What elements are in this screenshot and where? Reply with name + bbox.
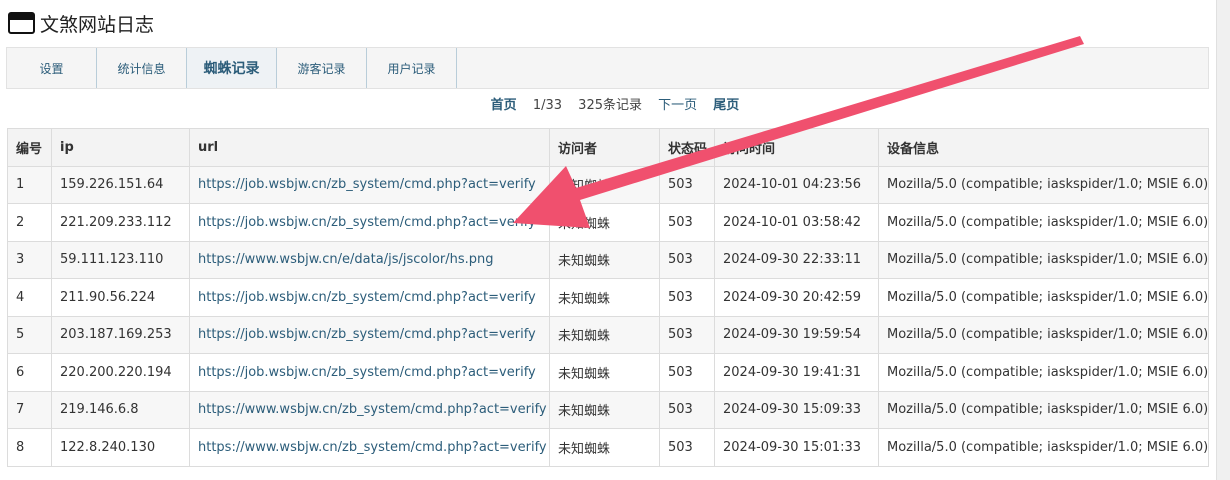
nav-tab-2[interactable]: 蜘蛛记录 — [187, 48, 277, 88]
column-header: 编号 — [7, 128, 52, 167]
table-cell: 211.90.56.224 — [51, 278, 190, 317]
table-cell: 8 — [7, 428, 52, 467]
table-cell: 未知蜘蛛 — [549, 390, 660, 429]
table-cell: 未知蜘蛛 — [549, 165, 660, 204]
pager-record-count: 325条记录 — [578, 98, 642, 113]
table-cell: 59.111.123.110 — [51, 240, 190, 279]
table-cell: 4 — [7, 278, 52, 317]
table-cell: 7 — [7, 390, 52, 429]
url-link[interactable]: https://www.wsbjw.cn/zb_system/cmd.php?a… — [189, 390, 550, 429]
column-header: 状态码 — [659, 128, 715, 167]
table-cell: 221.209.233.112 — [51, 203, 190, 242]
table-cell: 5 — [7, 315, 52, 354]
table-cell: 2024-09-30 15:09:33 — [714, 390, 879, 429]
table-cell: 2024-09-30 19:59:54 — [714, 315, 879, 354]
table-cell: 503 — [659, 390, 715, 429]
table-cell: 122.8.240.130 — [51, 428, 190, 467]
table-cell: 503 — [659, 165, 715, 204]
url-link[interactable]: https://job.wsbjw.cn/zb_system/cmd.php?a… — [189, 165, 550, 204]
pager-first-link[interactable]: 首页 — [491, 94, 517, 113]
url-link[interactable]: https://www.wsbjw.cn/zb_system/cmd.php?a… — [189, 428, 550, 467]
table-cell: 203.187.169.253 — [51, 315, 190, 354]
table-cell: 未知蜘蛛 — [549, 240, 660, 279]
column-header: 访问者 — [549, 128, 660, 167]
pager-last-link[interactable]: 尾页 — [713, 94, 739, 113]
nav-tab-1[interactable]: 统计信息 — [97, 48, 187, 88]
table-cell: Mozilla/5.0 (compatible; iaskspider/1.0;… — [878, 428, 1209, 467]
pager-page-indicator: 1/33 — [532, 98, 563, 113]
table-cell: 2024-10-01 04:23:56 — [714, 165, 879, 204]
table-cell: 2024-09-30 19:41:31 — [714, 353, 879, 392]
table-cell: 503 — [659, 278, 715, 317]
nav-tab-3[interactable]: 游客记录 — [277, 48, 367, 88]
url-link[interactable]: https://job.wsbjw.cn/zb_system/cmd.php?a… — [189, 315, 550, 354]
table-cell: Mozilla/5.0 (compatible; iaskspider/1.0;… — [878, 390, 1209, 429]
table-cell: 503 — [659, 203, 715, 242]
table-cell: 未知蜘蛛 — [549, 315, 660, 354]
table-cell: Mozilla/5.0 (compatible; iaskspider/1.0;… — [878, 165, 1209, 204]
table-row: 8 122.8.240.130 https://www.wsbjw.cn/zb_sy… — [7, 428, 1209, 467]
table-cell: 2024-10-01 03:58:42 — [714, 203, 879, 242]
table-cell: Mozilla/5.0 (compatible; iaskspider/1.0;… — [878, 315, 1209, 354]
url-link[interactable]: https://job.wsbjw.cn/zb_system/cmd.php?a… — [189, 353, 550, 392]
table-cell: 未知蜘蛛 — [549, 278, 660, 317]
table-cell: Mozilla/5.0 (compatible; iaskspider/1.0;… — [878, 240, 1209, 279]
column-header: 访问时间 — [714, 128, 879, 167]
table-cell: 503 — [659, 353, 715, 392]
table-cell: 220.200.220.194 — [51, 353, 190, 392]
table-header-row: 编号 ip url 访问者 状态码 访问时间 设备信息 — [7, 128, 1209, 167]
table-row: 7 219.146.6.8 https://www.wsbjw.cn/zb_syst… — [7, 390, 1209, 429]
url-link[interactable]: https://job.wsbjw.cn/zb_system/cmd.php?a… — [189, 278, 550, 317]
table-cell: 3 — [7, 240, 52, 279]
table-cell: 1 — [7, 165, 52, 204]
table-cell: Mozilla/5.0 (compatible; iaskspider/1.0;… — [878, 353, 1209, 392]
url-link[interactable]: https://www.wsbjw.cn/e/data/js/jscolor/h… — [189, 240, 550, 279]
window-icon — [8, 12, 35, 34]
vertical-scrollbar[interactable] — [1216, 0, 1230, 480]
table-cell: 219.146.6.8 — [51, 390, 190, 429]
table-cell: 2024-09-30 15:01:33 — [714, 428, 879, 467]
page-title: 文煞网站日志 — [40, 13, 155, 36]
table-body: 1 159.226.151.64 https://job.wsbjw.cn/zb_s… — [7, 165, 1209, 467]
table-cell: 未知蜘蛛 — [549, 353, 660, 392]
table-cell: 未知蜘蛛 — [549, 428, 660, 467]
nav-tabs: 设置 统计信息 蜘蛛记录 游客记录 用户记录 — [7, 48, 1208, 88]
table-cell: 6 — [7, 353, 52, 392]
title-bar: 文煞网站日志 — [8, 10, 154, 36]
pager: 首页 1/33 325条记录 下一页 尾页 — [0, 94, 1230, 113]
table-cell: Mozilla/5.0 (compatible; iaskspider/1.0;… — [878, 278, 1209, 317]
table-cell: 2024-09-30 20:42:59 — [714, 278, 879, 317]
table-cell: 503 — [659, 240, 715, 279]
column-header: 设备信息 — [878, 128, 1209, 167]
table-row: 6 220.200.220.194 https://job.wsbjw.cn/zb_… — [7, 353, 1209, 392]
nav-tab-4[interactable]: 用户记录 — [367, 48, 457, 88]
table-cell: 2 — [7, 203, 52, 242]
column-header: ip — [51, 128, 190, 167]
pager-next-link[interactable]: 下一页 — [658, 94, 697, 113]
table-row: 3 59.111.123.110 https://www.wsbjw.cn/e/da… — [7, 240, 1209, 279]
table-cell: 503 — [659, 315, 715, 354]
column-header: url — [189, 128, 550, 167]
nav-bar: 设置 统计信息 蜘蛛记录 游客记录 用户记录 — [6, 47, 1209, 89]
table-row: 5 203.187.169.253 https://job.wsbjw.cn/zb_… — [7, 315, 1209, 354]
log-table: 编号 ip url 访问者 状态码 访问时间 设备信息 1 159.226.151.64 htt… — [7, 128, 1209, 467]
table-cell: 2024-09-30 22:33:11 — [714, 240, 879, 279]
nav-tab-0[interactable]: 设置 — [7, 48, 97, 88]
log-table-container: 编号 ip url 访问者 状态码 访问时间 设备信息 1 159.226.151.64 htt… — [7, 128, 1209, 467]
table-row: 2 221.209.233.112 https://job.wsbjw.cn/zb_… — [7, 203, 1209, 242]
table-cell: 159.226.151.64 — [51, 165, 190, 204]
table-row: 4 211.90.56.224 https://job.wsbjw.cn/zb_sy… — [7, 278, 1209, 317]
table-cell: 未知蜘蛛 — [549, 203, 660, 242]
url-link[interactable]: https://job.wsbjw.cn/zb_system/cmd.php?a… — [189, 203, 550, 242]
table-cell: Mozilla/5.0 (compatible; iaskspider/1.0;… — [878, 203, 1209, 242]
table-row: 1 159.226.151.64 https://job.wsbjw.cn/zb_s… — [7, 165, 1209, 204]
table-cell: 503 — [659, 428, 715, 467]
